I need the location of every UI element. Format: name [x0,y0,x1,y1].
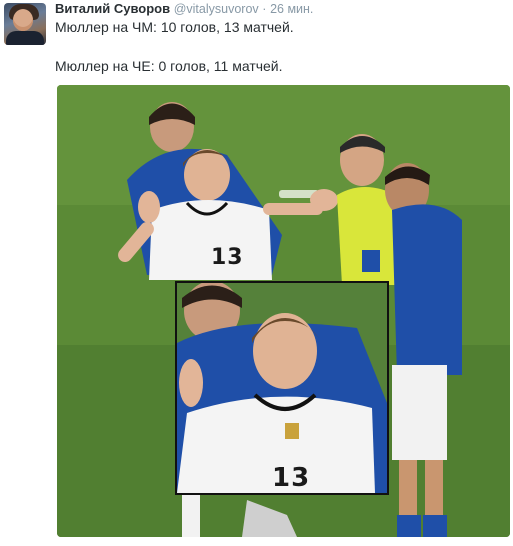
jersey-number: 13 [211,245,244,270]
tweet-timestamp[interactable]: 26 мин. [270,2,313,16]
tweet[interactable]: Виталий Суворов @vitalysuvorov · 26 мин.… [0,0,513,546]
inset-jersey-number: 13 [272,463,311,493]
avatar-face [13,9,33,31]
inset-scene [177,283,387,493]
tweet-text-line-1: Мюллер на ЧМ: 10 голов, 13 матчей. [55,19,294,35]
author-name[interactable]: Виталий Суворов [55,1,170,16]
zoomed-inset: 13 [175,281,389,495]
tweet-header: Виталий Суворов @vitalysuvorov · 26 мин. [55,1,313,17]
author-avatar[interactable] [4,3,46,45]
tweet-text-line-2: Мюллер на ЧЕ: 0 голов, 11 матчей. [55,58,283,74]
header-separator: · [262,2,267,16]
author-handle[interactable]: @vitalysuvorov [174,2,259,16]
tweet-photo[interactable]: 13 13 [57,85,510,537]
avatar-shirt [6,31,44,45]
